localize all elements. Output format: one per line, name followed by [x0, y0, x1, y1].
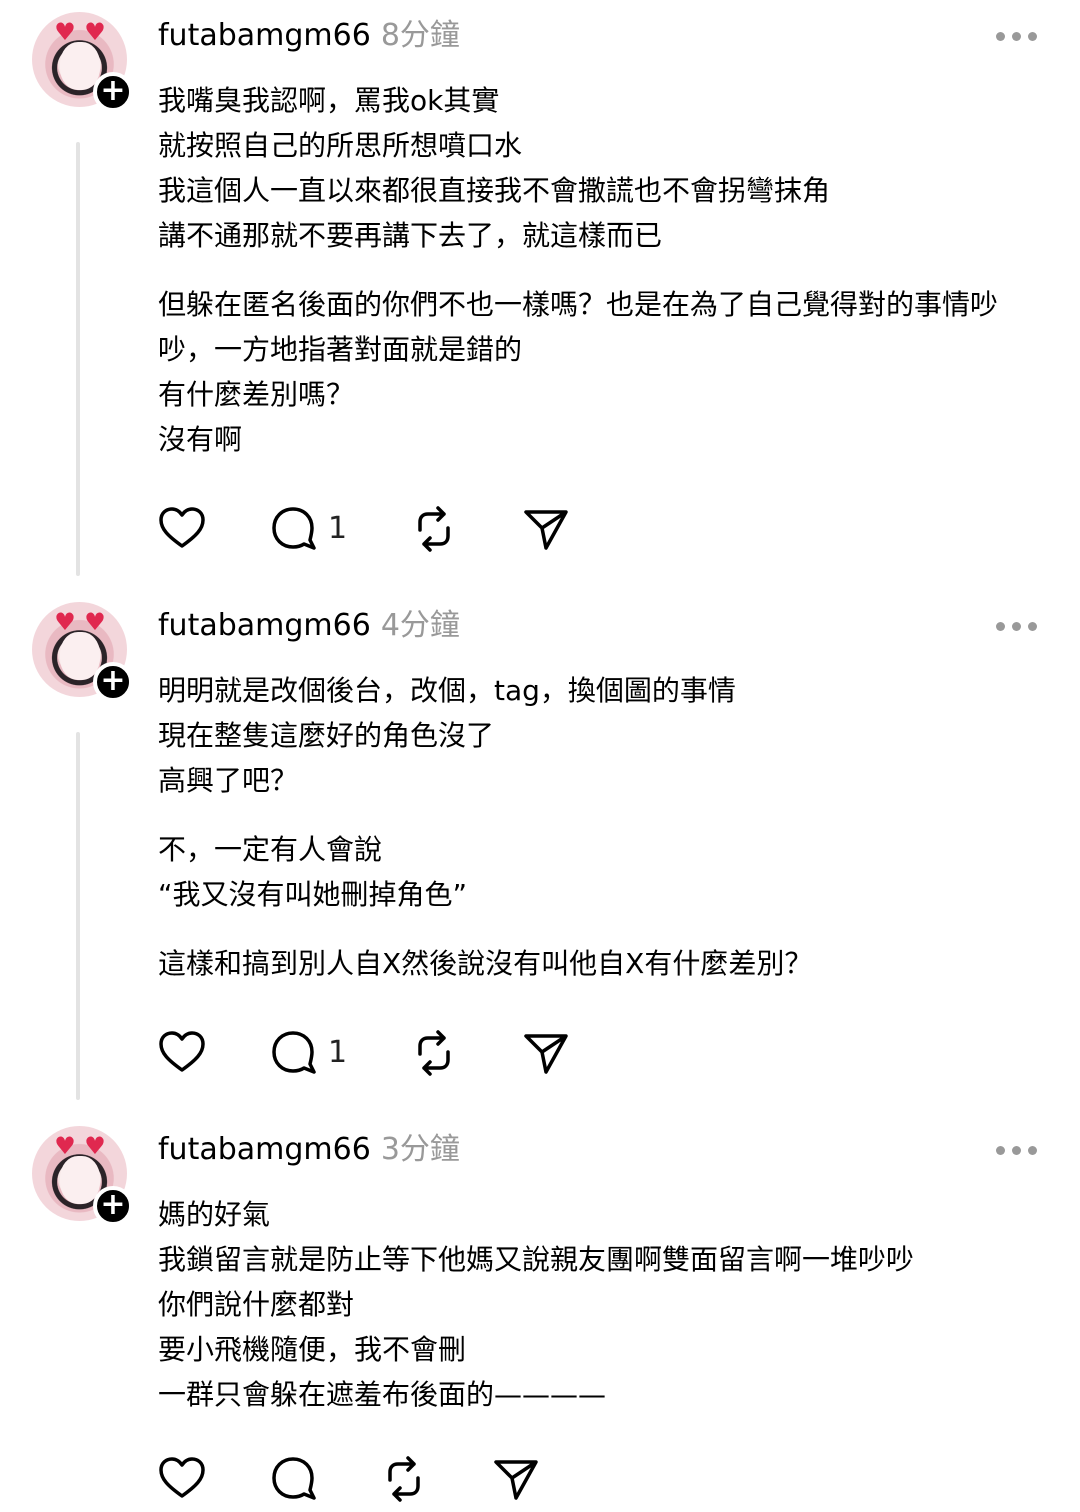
reply-bubble-icon[interactable] — [270, 1454, 318, 1504]
share-send-icon[interactable] — [522, 1028, 570, 1078]
post-text: 明明就是改個後台，改個，tag，換個圖的事情 現在整隻這麼好的角色沒了 高興了吧… — [158, 668, 1048, 986]
follow-plus-icon[interactable]: + — [93, 72, 133, 112]
text-line: 要小飛機隨便，我不會刪 — [158, 1333, 467, 1366]
text-line: 沒有啊 — [158, 423, 243, 456]
post-header: futabamgm66 4分鐘 — [158, 604, 460, 648]
text-line: 高興了吧？ — [158, 764, 299, 797]
post-header: futabamgm66 8分鐘 — [158, 14, 460, 58]
heart-glasses-left: ♥ — [54, 608, 76, 636]
text-line: 這樣和搞到別人自X然後說沒有叫他自X有什麼差別？ — [158, 947, 813, 980]
text-line: 有什麼差別嗎？ — [158, 378, 355, 411]
action-bar: 1 — [158, 1028, 658, 1078]
text-line: 但躲在匿名後面的你們不也一樣嗎？也是在為了自己覺得對的事情吵 — [158, 288, 999, 321]
username[interactable]: futabamgm66 — [158, 1132, 371, 1167]
timestamp: 4分鐘 — [380, 608, 460, 643]
like-heart-icon[interactable] — [158, 1454, 206, 1504]
timestamp: 8分鐘 — [380, 18, 460, 53]
reply-bubble-icon[interactable] — [270, 504, 318, 554]
thread-line — [76, 142, 80, 576]
repost-icon[interactable] — [410, 1028, 458, 1078]
post-1: ♥ ♥ + futabamgm66 8分鐘 我嘴臭我認啊，罵我ok其實 就按照自己… — [0, 0, 1080, 580]
text-line: 我鎖留言就是防止等下他媽又說親友團啊雙面留言啊一堆吵吵 — [158, 1243, 915, 1276]
like-heart-icon[interactable] — [158, 1028, 206, 1078]
timestamp: 3分鐘 — [380, 1132, 460, 1167]
text-line: 我這個人一直以來都很直接我不會撒謊也不會拐彎抹角 — [158, 174, 831, 207]
heart-glasses-right: ♥ — [84, 18, 106, 46]
share-send-icon[interactable] — [492, 1454, 540, 1504]
heart-glasses-right: ♥ — [84, 1132, 106, 1160]
post-2: ♥ ♥ + futabamgm66 4分鐘 明明就是改個後台，改個，tag，換個圖… — [0, 590, 1080, 1102]
reply-count: 1 — [328, 1035, 348, 1070]
text-line: 吵，一方地指著對面就是錯的 — [158, 333, 523, 366]
text-line: 不，一定有人會說 — [158, 833, 383, 866]
text-line: 一群只會躲在遮羞布後面的———— — [158, 1378, 607, 1411]
repost-icon[interactable] — [410, 504, 458, 554]
more-options-icon[interactable] — [996, 28, 1040, 44]
heart-glasses-left: ♥ — [54, 1132, 76, 1160]
heart-glasses-right: ♥ — [84, 608, 106, 636]
username[interactable]: futabamgm66 — [158, 608, 371, 643]
text-line: 現在整隻這麼好的角色沒了 — [158, 719, 495, 752]
action-bar: 1 — [158, 504, 658, 554]
text-line: 講不通那就不要再講下去了，就這樣而已 — [158, 219, 663, 252]
text-line: 我嘴臭我認啊，罵我ok其實 — [158, 84, 500, 117]
reply-count: 1 — [328, 511, 348, 546]
follow-plus-icon[interactable]: + — [93, 1186, 133, 1226]
like-heart-icon[interactable] — [158, 504, 206, 554]
repost-icon[interactable] — [380, 1454, 428, 1504]
more-options-icon[interactable] — [996, 1142, 1040, 1158]
action-bar — [158, 1454, 658, 1504]
heart-glasses-left: ♥ — [54, 18, 76, 46]
post-header: futabamgm66 3分鐘 — [158, 1128, 460, 1172]
text-line: 媽的好氣 — [158, 1198, 271, 1231]
text-line: 就按照自己的所思所想噴口水 — [158, 129, 523, 162]
share-send-icon[interactable] — [522, 504, 570, 554]
post-text: 媽的好氣 我鎖留言就是防止等下他媽又說親友團啊雙面留言啊一堆吵吵 你們說什麼都對… — [158, 1192, 1048, 1417]
follow-plus-icon[interactable]: + — [93, 662, 133, 702]
text-line: “我又沒有叫她刪掉角色” — [158, 878, 468, 911]
text-line: 你們說什麼都對 — [158, 1288, 355, 1321]
more-options-icon[interactable] — [996, 618, 1040, 634]
thread-line — [76, 732, 80, 1100]
reply-bubble-icon[interactable] — [270, 1028, 318, 1078]
post-text: 我嘴臭我認啊，罵我ok其實 就按照自己的所思所想噴口水 我這個人一直以來都很直接… — [158, 78, 1048, 462]
text-line: 明明就是改個後台，改個，tag，換個圖的事情 — [158, 674, 736, 707]
username[interactable]: futabamgm66 — [158, 18, 371, 53]
post-3: ♥ ♥ + futabamgm66 3分鐘 媽的好氣 我鎖留言就是防止等下他媽又說… — [0, 1114, 1080, 1512]
